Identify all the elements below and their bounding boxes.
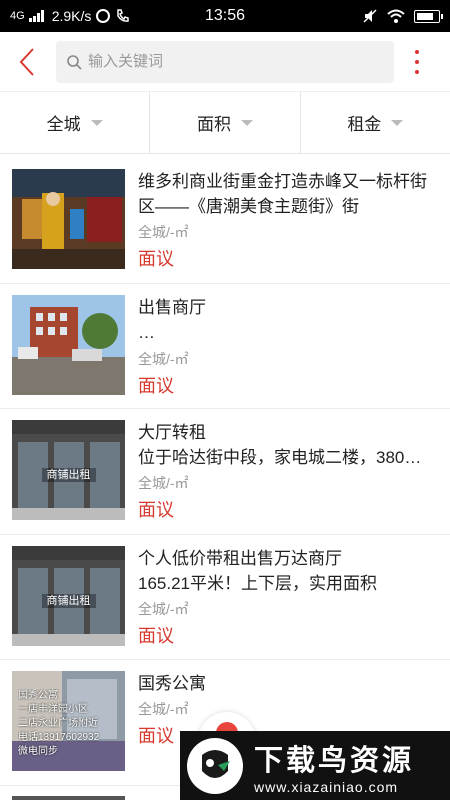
- search-input[interactable]: [88, 53, 368, 70]
- notification-icon: [96, 9, 111, 23]
- listing-desc: …: [138, 322, 155, 342]
- listing-photo: 国秀公寓 一店丰洋园小区 二店永业广场附近 电话13917602932 微电同步: [12, 671, 125, 771]
- listing-photo: 商铺出租: [12, 420, 125, 520]
- photo-caption: 国秀公寓 一店丰洋园小区 二店永业广场附近 电话13917602932 微电同步: [18, 690, 100, 757]
- wifi-icon: [387, 9, 405, 23]
- listing-photo: 商铺出租: [12, 545, 125, 646]
- signal-icon: [28, 10, 44, 22]
- photo-tag: 商铺出租: [41, 468, 96, 482]
- listing-photo: [12, 169, 125, 269]
- list-item[interactable]: 维多利商业街重金打造赤峰又一标杆街区——《唐潮美食主题街》街 全城/-㎡ 面议: [0, 158, 450, 284]
- filter-bar: 全城 面积 租金: [0, 92, 450, 154]
- filter-rent[interactable]: 租金: [301, 92, 450, 153]
- listing-area: 全城/-㎡: [138, 350, 189, 367]
- battery-icon: [414, 9, 443, 23]
- mute-icon: [363, 9, 377, 23]
- listing-list: 维多利商业街重金打造赤峰又一标杆街区——《唐潮美食主题街》街 全城/-㎡ 面议 …: [0, 154, 450, 800]
- listing-title: 大厅转租: [138, 423, 206, 442]
- network-type: 4G: [10, 10, 25, 22]
- listing-price: 面议: [138, 625, 174, 646]
- listing-desc: 165.21平米！上下层，实用面积: [138, 573, 377, 593]
- filter-city[interactable]: 全城: [0, 92, 151, 153]
- watermark-logo: [187, 737, 243, 794]
- listing-price: 面议: [138, 500, 174, 520]
- back-arrow-icon: [19, 47, 34, 76]
- search-icon: [67, 54, 82, 70]
- list-item[interactable]: 出售商厅 … 全城/-㎡ 面议: [0, 284, 450, 409]
- phone-icon: [117, 9, 130, 22]
- listing-title: 出售商厅: [138, 297, 206, 317]
- status-bar: 4G 2.9K/s 13:56: [0, 0, 450, 32]
- back-button[interactable]: [12, 42, 42, 82]
- listing-title: 个人低价带租出售万达商厅: [138, 548, 342, 568]
- listing-price: 面议: [138, 375, 174, 396]
- top-bar: [0, 32, 450, 92]
- watermark-brand: 下载鸟资源: [254, 744, 415, 777]
- photo-tag: 商铺出租: [41, 593, 96, 608]
- listing-area: 全城/-㎡: [138, 600, 189, 617]
- listing-photo: [12, 795, 125, 800]
- listing-area: 全城/-㎡: [138, 224, 189, 240]
- network-speed: 2.9K/s: [51, 8, 92, 24]
- filter-city-label: 全城: [46, 115, 81, 134]
- dropdown-caret-icon: [90, 119, 103, 126]
- listing-title: 国秀公寓: [138, 674, 206, 693]
- list-item[interactable]: 商铺出租 个人低价带租出售万达商厅 165.21平米！上下层，实用面积 全城/-…: [0, 535, 450, 660]
- listing-desc: 位于哈达街中段，家电城二楼，380…: [138, 448, 422, 467]
- filter-area-label: 面积: [196, 115, 231, 134]
- watermark: 下载鸟资源 www.xiazainiao.com: [180, 731, 450, 800]
- dropdown-caret-icon: [240, 119, 253, 126]
- filter-area[interactable]: 面积: [150, 92, 301, 153]
- listing-area: 全城/-㎡: [138, 701, 189, 717]
- list-item[interactable]: 商铺出租 大厅转租 位于哈达街中段，家电城二楼，380… 全城/-㎡ 面议: [0, 409, 450, 535]
- watermark-url: www.xiazainiao.com: [254, 778, 399, 795]
- more-menu-button[interactable]: [412, 49, 422, 74]
- dropdown-caret-icon: [391, 119, 404, 126]
- search-box[interactable]: [56, 40, 394, 83]
- listing-area: 全城/-㎡: [138, 475, 189, 491]
- filter-rent-label: 租金: [347, 115, 382, 134]
- listing-price: 面议: [138, 249, 174, 269]
- listing-photo: [12, 294, 125, 395]
- listing-title: 维多利商业街重金打造赤峰又一标杆街区——《唐潮美食主题街》街: [138, 172, 427, 216]
